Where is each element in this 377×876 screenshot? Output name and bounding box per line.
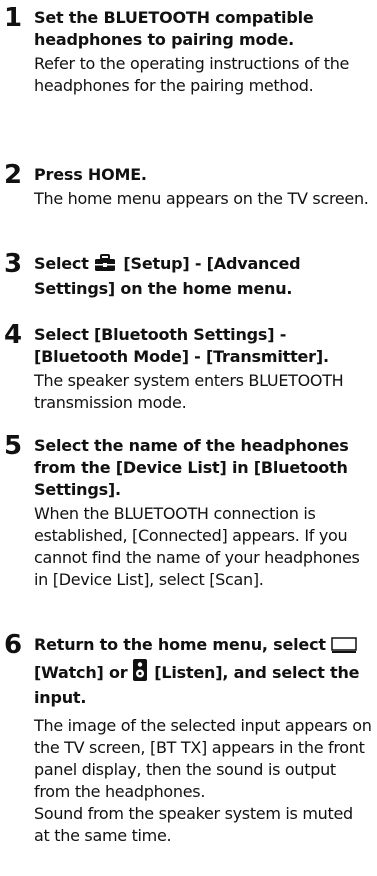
toolbox-icon (94, 254, 116, 278)
step-title-text: Return to the home menu, select (34, 635, 326, 654)
tv-screen-icon (331, 637, 357, 659)
step-description-note: Sound from the speaker system is muted a… (34, 804, 353, 845)
step-title: Select [Setup] - [Advanced Settings] on … (34, 253, 373, 300)
step-number: 5 (4, 431, 23, 461)
step-number: 1 (4, 3, 23, 33)
step-number: 6 (4, 630, 23, 660)
step-title: Press HOME. (34, 165, 147, 184)
step-title-text: [Watch] or (34, 663, 128, 682)
step-title: Set the BLUETOOTH compatible headphones … (34, 8, 314, 49)
step-title-text: Select (34, 254, 89, 273)
step-description: Refer to the operating instructions of t… (34, 54, 350, 95)
step-number: 2 (4, 160, 23, 190)
step-number: 3 (4, 249, 23, 279)
step-description: The home menu appears on the TV screen. (34, 189, 369, 208)
step-number: 4 (4, 320, 23, 350)
step-description: The speaker system enters BLUETOOTH tran… (34, 371, 344, 412)
step-title: Select the name of the headphones from t… (34, 436, 349, 499)
step-description: When the BLUETOOTH connection is establi… (34, 504, 360, 589)
step-description: The image of the selected input appears … (34, 716, 372, 801)
speaker-icon (132, 659, 147, 687)
step-title: Select [Bluetooth Settings] - [Bluetooth… (34, 325, 329, 366)
instruction-steps: 1 Set the BLUETOOTH compatible headphone… (0, 0, 377, 876)
step-title: Return to the home menu, select [Watch] … (34, 634, 373, 709)
